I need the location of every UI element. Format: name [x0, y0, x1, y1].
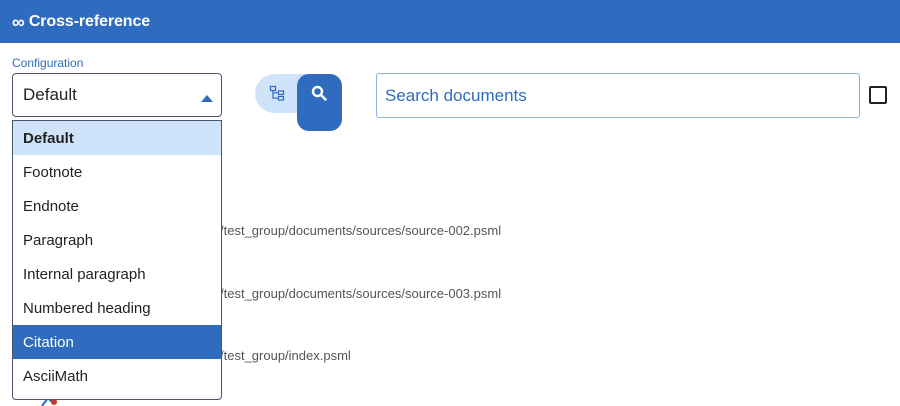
result-path[interactable]: /test_group/documents/sources/source-003…: [220, 286, 501, 301]
option-footnote[interactable]: Footnote: [13, 155, 221, 189]
configuration-dropdown: Default Footnote Endnote Paragraph Inter…: [12, 120, 222, 400]
app-title: Cross-reference: [28, 12, 151, 30]
option-numbered-heading[interactable]: Numbered heading: [13, 291, 221, 325]
option-paragraph[interactable]: Paragraph: [13, 223, 221, 257]
tree-view-icon[interactable]: [269, 85, 285, 101]
search-icon: [311, 85, 327, 101]
option-label: Numbered heading: [23, 299, 151, 317]
option-label: Default: [23, 129, 74, 147]
search-button[interactable]: [297, 74, 342, 131]
result-path[interactable]: /test_group/index.psml: [220, 348, 351, 363]
app-header: ∞ Cross-reference: [0, 0, 900, 43]
infinity-logo-icon: ∞: [12, 11, 25, 32]
option-asciimath[interactable]: AsciiMath: [13, 359, 221, 393]
option-checkbox[interactable]: [869, 86, 887, 104]
option-citation[interactable]: Citation: [13, 325, 221, 359]
option-label: Citation: [23, 333, 74, 351]
option-endnote[interactable]: Endnote: [13, 189, 221, 223]
option-label: Footnote: [23, 163, 83, 181]
option-default[interactable]: Default: [13, 121, 221, 155]
option-internal-paragraph[interactable]: Internal paragraph: [13, 257, 221, 291]
chevron-up-icon: [201, 95, 213, 102]
configuration-select[interactable]: Default: [12, 73, 222, 117]
configuration-selected-value: Default: [23, 85, 77, 104]
option-label: AsciiMath: [23, 367, 89, 385]
option-label: Internal paragraph: [23, 265, 146, 283]
view-toggle-group: [255, 74, 342, 131]
result-path[interactable]: /test_group/documents/sources/source-002…: [220, 223, 501, 238]
option-label: Paragraph: [23, 231, 94, 249]
option-label: Endnote: [23, 197, 79, 215]
configuration-label: Configuration: [12, 56, 84, 70]
search-documents-input[interactable]: [376, 73, 860, 118]
